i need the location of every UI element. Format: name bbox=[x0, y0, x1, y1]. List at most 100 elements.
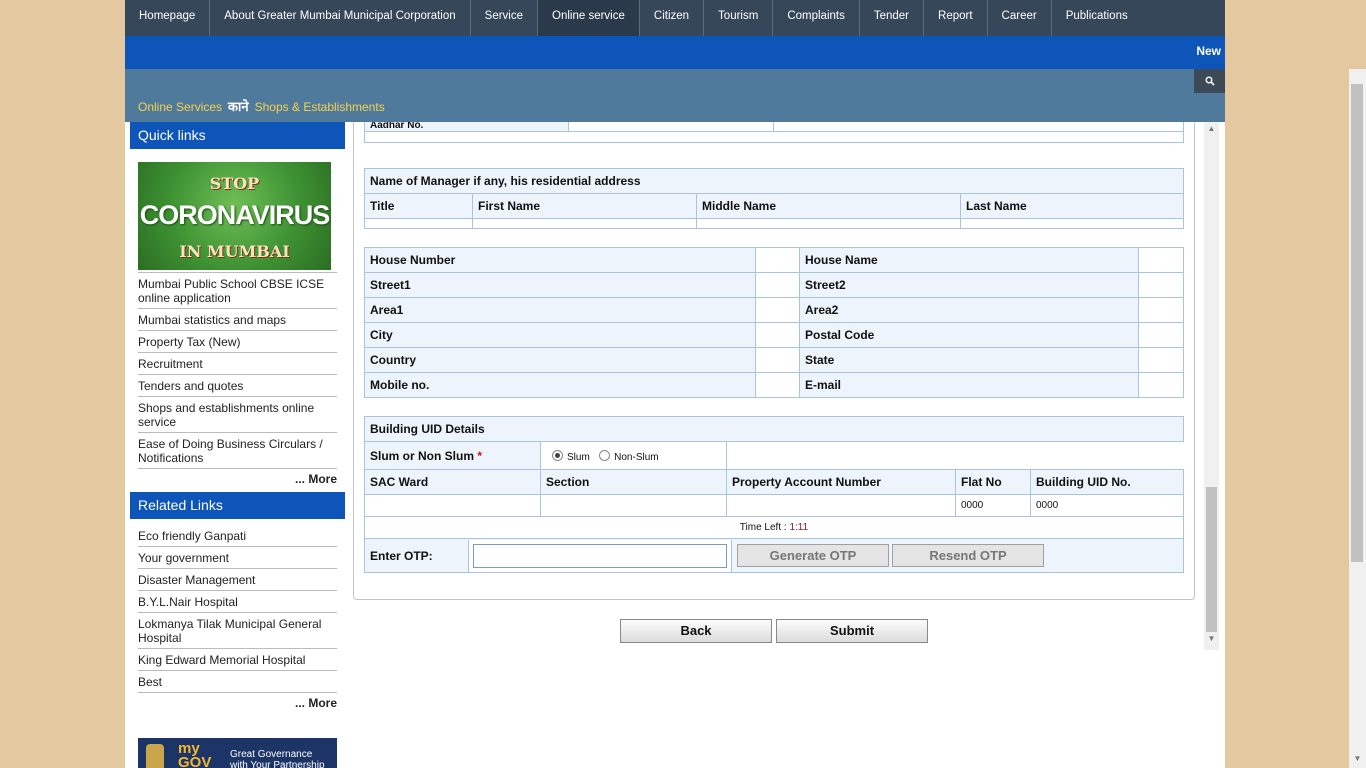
news-ticker-text[interactable]: New bbox=[1196, 44, 1221, 58]
nav-career[interactable]: Career bbox=[988, 0, 1052, 36]
coronavirus-banner[interactable]: STOP CORONAVIRUS IN MUMBAI bbox=[138, 162, 331, 270]
search-button[interactable] bbox=[1194, 69, 1225, 93]
banner-main-text: CORONAVIRUS bbox=[139, 200, 331, 230]
state-value bbox=[1138, 347, 1184, 373]
otp-input[interactable] bbox=[473, 543, 727, 568]
sidebar: Quick links STOP CORONAVIRUS IN MUMBAI M… bbox=[130, 122, 345, 768]
quick-link-item[interactable]: Recruitment bbox=[138, 353, 337, 375]
otp-row: Enter OTP: Generate OTP Resend OTP bbox=[364, 538, 1184, 573]
timer-value: 1:11 bbox=[789, 522, 809, 533]
breadcrumb-separator: काने bbox=[228, 99, 249, 114]
related-link-item[interactable]: King Edward Memorial Hospital bbox=[138, 649, 337, 671]
flat-no-label: Flat No bbox=[955, 469, 1031, 495]
house-number-value bbox=[755, 247, 800, 273]
building-uid-label: Building UID No. bbox=[1030, 469, 1184, 495]
country-label: Country bbox=[364, 347, 756, 373]
section-value bbox=[540, 494, 727, 517]
quick-link-item[interactable]: Property Tax (New) bbox=[138, 331, 337, 353]
scroll-down-arrow-icon[interactable]: ▼ bbox=[1204, 634, 1219, 643]
non-slum-option-label[interactable]: Non-Slum bbox=[614, 452, 658, 463]
form-scrollbar-thumb[interactable] bbox=[1206, 487, 1217, 632]
quick-links-more-link[interactable]: ... More bbox=[130, 469, 345, 486]
resend-otp-button[interactable]: Resend OTP bbox=[892, 544, 1044, 567]
postal-code-value bbox=[1138, 322, 1184, 348]
nav-homepage[interactable]: Homepage bbox=[125, 0, 211, 36]
breadcrumb: Online Services काने Shops & Establishment… bbox=[138, 97, 385, 115]
non-slum-radio[interactable] bbox=[599, 449, 611, 461]
mobile-value bbox=[755, 372, 800, 398]
nav-report[interactable]: Report bbox=[924, 0, 988, 36]
related-link-item[interactable]: Eco friendly Ganpati bbox=[138, 525, 337, 547]
property-account-label: Property Account Number bbox=[726, 469, 956, 495]
breadcrumb-online-services[interactable]: Online Services bbox=[138, 100, 222, 114]
house-name-value bbox=[1138, 247, 1184, 273]
address-table: House Number House Name Street1 Street2 … bbox=[364, 247, 1184, 398]
mygov-tagline: Great Governance with Your Partnership bbox=[230, 749, 325, 768]
city-value bbox=[755, 322, 800, 348]
related-link-item[interactable]: Your government bbox=[138, 547, 337, 569]
slum-empty-cell bbox=[726, 441, 1184, 470]
submit-button[interactable]: Submit bbox=[776, 619, 928, 643]
street1-value bbox=[755, 272, 800, 298]
mygov-banner[interactable]: my GOV Great Governance with Your Partners… bbox=[138, 738, 337, 768]
slum-option-label[interactable]: Slum bbox=[567, 452, 590, 463]
slum-radio[interactable] bbox=[552, 449, 563, 461]
otp-label: Enter OTP: bbox=[366, 539, 469, 572]
sac-ward-value bbox=[364, 494, 541, 517]
quick-link-item[interactable]: Shops and establishments online service bbox=[138, 397, 337, 433]
area1-value bbox=[755, 297, 800, 323]
nav-complaints[interactable]: Complaints bbox=[773, 0, 860, 36]
news-ticker-bar: New bbox=[125, 36, 1225, 69]
scroll-up-arrow-icon[interactable]: ▲ bbox=[1204, 124, 1219, 133]
back-button[interactable]: Back bbox=[620, 619, 772, 643]
page-scroll-down-arrow-icon[interactable]: ▼ bbox=[1349, 754, 1366, 763]
generate-otp-button[interactable]: Generate OTP bbox=[737, 544, 889, 567]
aadhar-value bbox=[568, 122, 774, 132]
page-scrollbar[interactable]: ▼ bbox=[1349, 69, 1366, 768]
nav-online-service[interactable]: Online service bbox=[538, 0, 640, 36]
sac-ward-label: SAC Ward bbox=[364, 469, 541, 495]
related-link-item[interactable]: Best bbox=[138, 671, 337, 693]
form-scroll-area: Aadhar No. Name of Manager if any, his r… bbox=[353, 122, 1219, 650]
area2-value bbox=[1138, 297, 1184, 323]
national-emblem-icon bbox=[146, 744, 164, 768]
manager-first-name-label: First Name bbox=[472, 193, 697, 219]
quick-link-item[interactable]: Tenders and quotes bbox=[138, 375, 337, 397]
related-links-heading: Related Links bbox=[130, 492, 345, 519]
nav-tender[interactable]: Tender bbox=[860, 0, 925, 36]
page-scrollbar-thumb[interactable] bbox=[1351, 84, 1363, 562]
manager-title-value bbox=[364, 218, 473, 229]
area1-label: Area1 bbox=[364, 297, 756, 323]
manager-last-name-label: Last Name bbox=[960, 193, 1184, 219]
quick-links-heading: Quick links bbox=[130, 122, 345, 149]
email-label: E-mail bbox=[799, 372, 1139, 398]
spacer-row bbox=[364, 131, 1184, 143]
banner-stop-text: STOP bbox=[209, 174, 260, 193]
quick-link-item[interactable]: Mumbai Public School CBSE ICSE online ap… bbox=[138, 272, 337, 309]
house-name-label: House Name bbox=[799, 247, 1139, 273]
email-value bbox=[1138, 372, 1184, 398]
form-panel: Aadhar No. Name of Manager if any, his r… bbox=[353, 122, 1195, 600]
mygov-logo: my GOV bbox=[178, 740, 212, 768]
related-link-item[interactable]: Disaster Management bbox=[138, 569, 337, 591]
postal-code-label: Postal Code bbox=[799, 322, 1139, 348]
nav-about[interactable]: About Greater Mumbai Municipal Corporati… bbox=[210, 0, 471, 36]
top-navigation: Homepage About Greater Mumbai Municipal … bbox=[125, 0, 1225, 36]
breadcrumb-band: Online Services काने Shops & Establishment… bbox=[125, 69, 1225, 122]
nav-service[interactable]: Service bbox=[471, 0, 539, 36]
nav-citizen[interactable]: Citizen bbox=[640, 0, 705, 36]
related-link-item[interactable]: Lokmanya Tilak Municipal General Hospita… bbox=[138, 613, 337, 649]
form-scrollbar[interactable]: ▲ ▼ bbox=[1204, 122, 1219, 650]
timer-label: Time Left : bbox=[739, 522, 790, 533]
quick-link-item[interactable]: Mumbai statistics and maps bbox=[138, 309, 337, 331]
related-links-more-link[interactable]: ... More bbox=[130, 693, 345, 710]
related-link-item[interactable]: B.Y.L.Nair Hospital bbox=[138, 591, 337, 613]
country-value bbox=[755, 347, 800, 373]
area2-label: Area2 bbox=[799, 297, 1139, 323]
nav-tourism[interactable]: Tourism bbox=[704, 0, 774, 36]
quick-link-item[interactable]: Ease of Doing Business Circulars / Notif… bbox=[138, 433, 337, 469]
manager-last-name-value bbox=[960, 218, 1184, 229]
building-uid-table: Building UID Details Slum or Non Slum * … bbox=[364, 416, 1184, 573]
nav-publications[interactable]: Publications bbox=[1052, 0, 1142, 36]
breadcrumb-shops[interactable]: Shops & Establishments bbox=[255, 100, 385, 114]
